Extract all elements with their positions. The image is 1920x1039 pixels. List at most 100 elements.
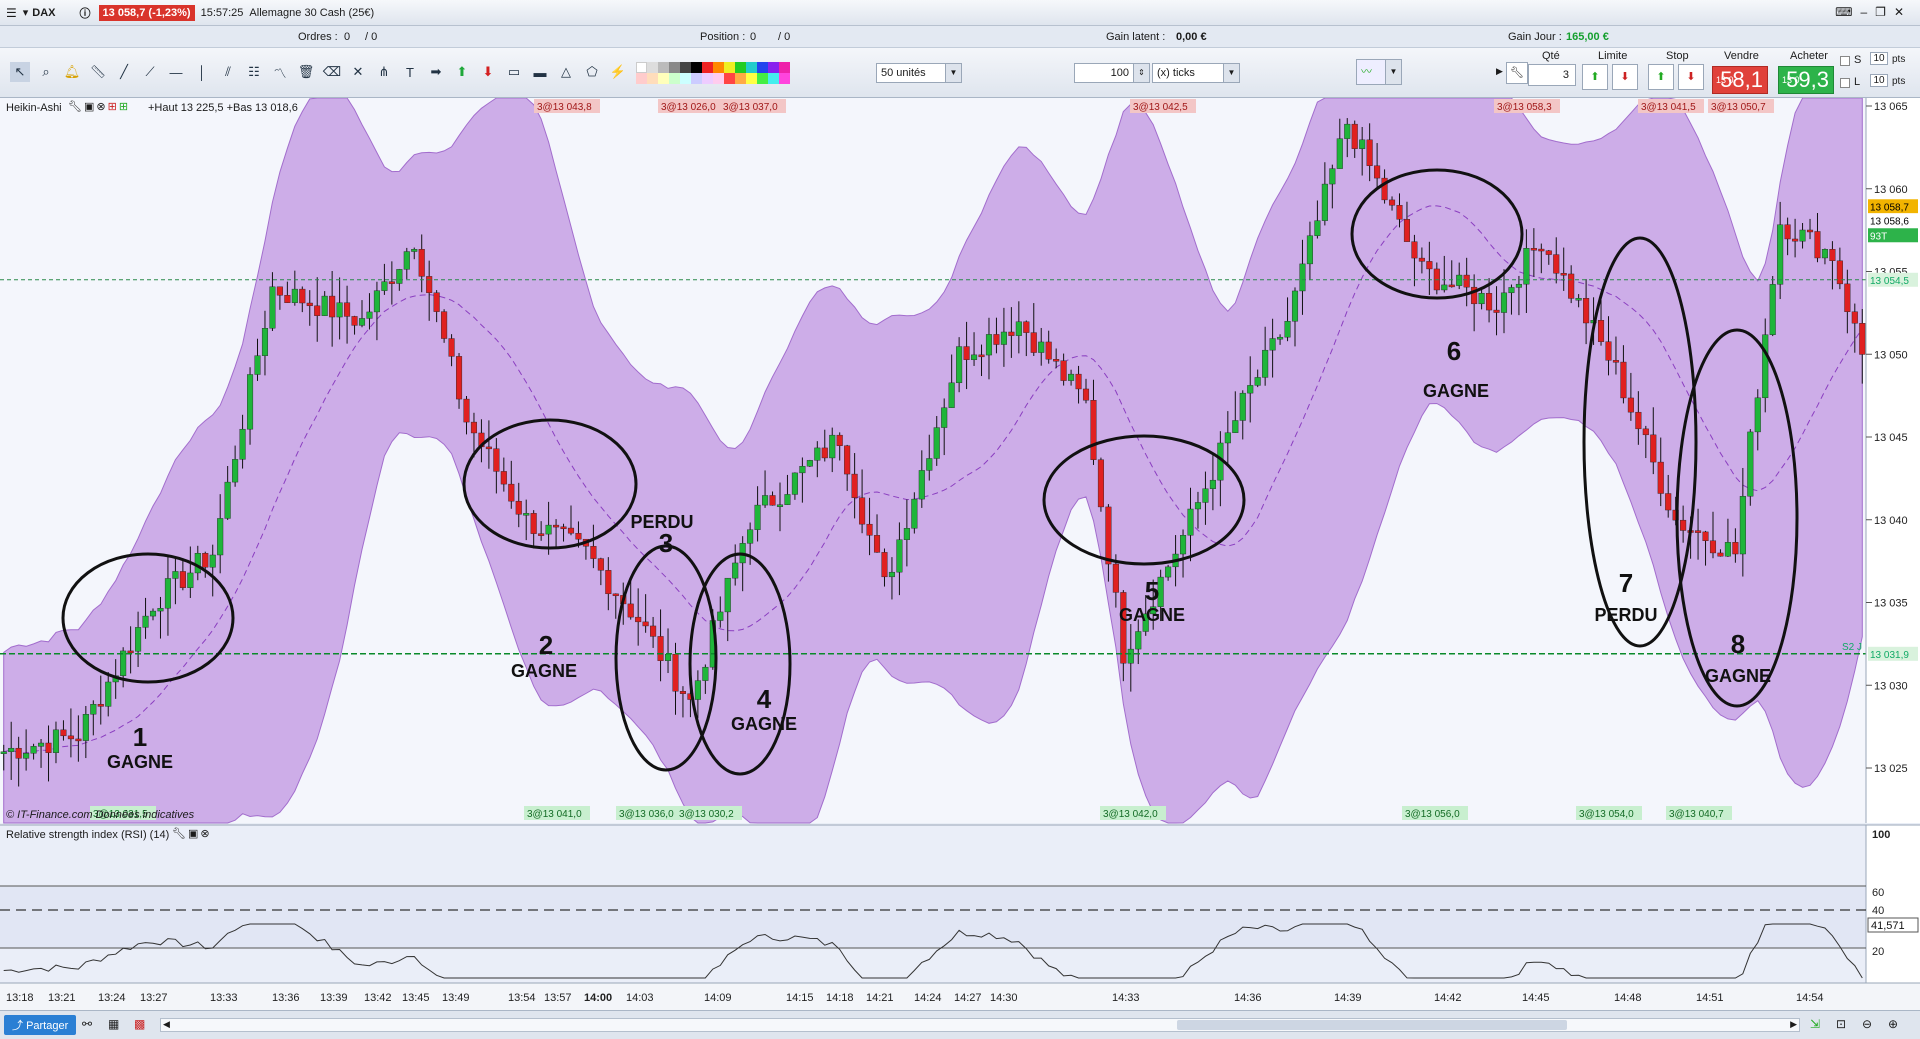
candle-body bbox=[956, 346, 963, 384]
chevron-down-icon: ▼ bbox=[1223, 64, 1239, 82]
arrow-down-icon[interactable]: ⬇ bbox=[478, 62, 498, 82]
color-palette[interactable] bbox=[636, 62, 790, 84]
scroll-thumb[interactable] bbox=[1177, 1020, 1567, 1030]
minimize-icon[interactable]: – bbox=[1860, 5, 1875, 19]
units-select[interactable]: 50 unités ▼ bbox=[876, 63, 962, 83]
menu-icon[interactable]: ☰ bbox=[6, 6, 17, 20]
candle-body bbox=[605, 570, 612, 595]
zoom-in-icon[interactable]: ⊕ bbox=[1888, 1017, 1898, 1031]
sell-price-big: 58,1 bbox=[1720, 67, 1763, 92]
stop-buy-button[interactable]: ⬆ bbox=[1648, 64, 1674, 90]
candle-body bbox=[1792, 238, 1799, 242]
time-tick-label: 14:27 bbox=[954, 992, 982, 1004]
zoom-out-icon[interactable]: ⊖ bbox=[1862, 1017, 1872, 1031]
grid-icon[interactable]: ▩ bbox=[134, 1017, 145, 1031]
candle-body bbox=[1254, 377, 1261, 386]
line-icon[interactable]: ╱ bbox=[114, 62, 134, 82]
limit-checkbox[interactable] bbox=[1840, 78, 1850, 88]
candle-body bbox=[1202, 488, 1209, 503]
cursor-icon[interactable]: ↖ bbox=[10, 62, 30, 82]
status-bar: ⤴ Partager ⚯ ▦ ▩ ◀ ▶ ⇲ ⊡ ⊖ ⊕ bbox=[0, 1010, 1920, 1039]
triangle-icon[interactable]: △ bbox=[556, 62, 576, 82]
settings-wrench-icon[interactable]: 🔧︎ bbox=[1506, 62, 1528, 84]
arrow-right-icon[interactable]: ➡ bbox=[426, 62, 446, 82]
candle-body bbox=[1538, 248, 1545, 252]
candle-body bbox=[105, 681, 112, 707]
calculator-icon[interactable]: ▦ bbox=[108, 1017, 119, 1031]
info-icon[interactable]: ⓘ bbox=[80, 5, 91, 21]
ticks-stepper[interactable]: 100 ⇕ bbox=[1074, 63, 1150, 83]
close-circle-icon[interactable]: ⊗ bbox=[96, 101, 107, 113]
day-gain-value: 165,00 € bbox=[1566, 31, 1609, 43]
limit-buy-button[interactable]: ⬆ bbox=[1582, 64, 1608, 90]
window-icon[interactable]: ▣ bbox=[84, 101, 96, 113]
candle-body bbox=[224, 481, 231, 519]
price-badge: 13 058,7 (-1,23%) bbox=[98, 4, 195, 21]
vertical-line-icon[interactable]: │ bbox=[192, 62, 212, 82]
zoom-icon[interactable]: ⌕ bbox=[36, 62, 56, 82]
autoscale-icon[interactable]: ⇲ bbox=[1810, 1017, 1820, 1031]
top-trade-tag: 3@13 058,3 bbox=[1497, 102, 1552, 113]
eraser-icon[interactable]: ⌫ bbox=[322, 62, 342, 82]
polygon-icon[interactable]: ⬠ bbox=[582, 62, 602, 82]
candle-body bbox=[717, 611, 724, 621]
scroll-right-icon[interactable]: ▶ bbox=[1790, 1019, 1797, 1030]
candle-body bbox=[553, 524, 560, 528]
annotation-label: GAGNE bbox=[1119, 605, 1185, 625]
link-icon[interactable]: ⚯ bbox=[82, 1017, 92, 1031]
candle-body bbox=[1612, 360, 1619, 363]
trend-icon[interactable]: 〽 bbox=[270, 62, 290, 82]
stop-sell-button[interactable]: ⬇ bbox=[1678, 64, 1704, 90]
add-icon[interactable]: ⊞ bbox=[119, 101, 130, 113]
candle-body bbox=[836, 434, 843, 446]
plus-icon[interactable]: ⊞ bbox=[108, 101, 119, 113]
instrument-dropdown[interactable]: ▾ DAX bbox=[23, 6, 56, 20]
sell-button[interactable]: 13 0 58,1 bbox=[1712, 66, 1768, 94]
share-button[interactable]: ⤴ Partager bbox=[4, 1015, 77, 1035]
candle-body bbox=[1821, 249, 1828, 259]
price-chart[interactable]: 1GAGNE2GAGNE3PERDU4GAGNE5GAGNE6GAGNE7PER… bbox=[0, 98, 1920, 1010]
rectangle-fill-icon[interactable]: ▬ bbox=[530, 62, 550, 82]
candle-body bbox=[1180, 535, 1187, 555]
zoom-area-icon[interactable]: ⊡ bbox=[1836, 1017, 1846, 1031]
rectangle-icon[interactable]: ▭ bbox=[504, 62, 524, 82]
scroll-left-icon[interactable]: ◀ bbox=[163, 1019, 170, 1030]
qty-input[interactable]: 3 bbox=[1528, 64, 1576, 86]
keyboard-icon[interactable]: ⌨ bbox=[1835, 5, 1860, 19]
candle-body bbox=[455, 356, 463, 400]
trash-icon[interactable]: 🗑︎ bbox=[296, 62, 316, 82]
restore-icon[interactable]: ❐ bbox=[1875, 5, 1894, 19]
window-icon[interactable]: ▣ bbox=[188, 828, 200, 840]
stop-pts-input[interactable]: 10 bbox=[1870, 52, 1888, 65]
wrench-icon[interactable]: 🔧︎ bbox=[172, 828, 188, 840]
candle-body bbox=[679, 691, 686, 694]
text-icon[interactable]: T bbox=[400, 62, 420, 82]
candle-body bbox=[38, 742, 45, 747]
ruler-icon[interactable]: 📏︎ bbox=[88, 62, 108, 82]
alert-bell-icon[interactable]: 🔔︎ bbox=[62, 62, 82, 82]
candle-body bbox=[52, 729, 60, 753]
cross-icon[interactable]: ✕ bbox=[348, 62, 368, 82]
sell-label: Vendre bbox=[1724, 50, 1759, 62]
chart-scrollbar[interactable]: ◀ ▶ bbox=[160, 1018, 1800, 1032]
fibonacci-icon[interactable]: ☷ bbox=[244, 62, 264, 82]
stop-checkbox[interactable] bbox=[1840, 56, 1850, 66]
limit-sell-button[interactable]: ⬇ bbox=[1612, 64, 1638, 90]
panel-toggle-icon[interactable]: ▶ bbox=[1496, 66, 1503, 77]
pattern-icon[interactable]: ⚡ bbox=[608, 62, 628, 82]
buy-button[interactable]: 13 0 59,3 bbox=[1778, 66, 1834, 94]
buy-label: Acheter bbox=[1790, 50, 1828, 62]
ray-icon[interactable]: ⟋ bbox=[140, 62, 160, 82]
ticks-select[interactable]: (x) ticks ▼ bbox=[1152, 63, 1240, 83]
horizontal-line-icon[interactable]: — bbox=[166, 62, 186, 82]
wrench-icon[interactable]: 🔧︎ bbox=[68, 101, 84, 113]
arrow-up-icon[interactable]: ⬆ bbox=[452, 62, 472, 82]
indicator-picker[interactable]: 〰 ▼ bbox=[1356, 59, 1402, 85]
limit-pts-input[interactable]: 10 bbox=[1870, 74, 1888, 87]
channel-icon[interactable]: ⫽ bbox=[218, 62, 238, 82]
close-circle-icon[interactable]: ⊗ bbox=[200, 828, 211, 840]
candle-body bbox=[1194, 502, 1202, 510]
pitchfork-icon[interactable]: ⋔ bbox=[374, 62, 394, 82]
close-icon[interactable]: ✕ bbox=[1894, 5, 1912, 19]
candle-body bbox=[814, 447, 821, 461]
